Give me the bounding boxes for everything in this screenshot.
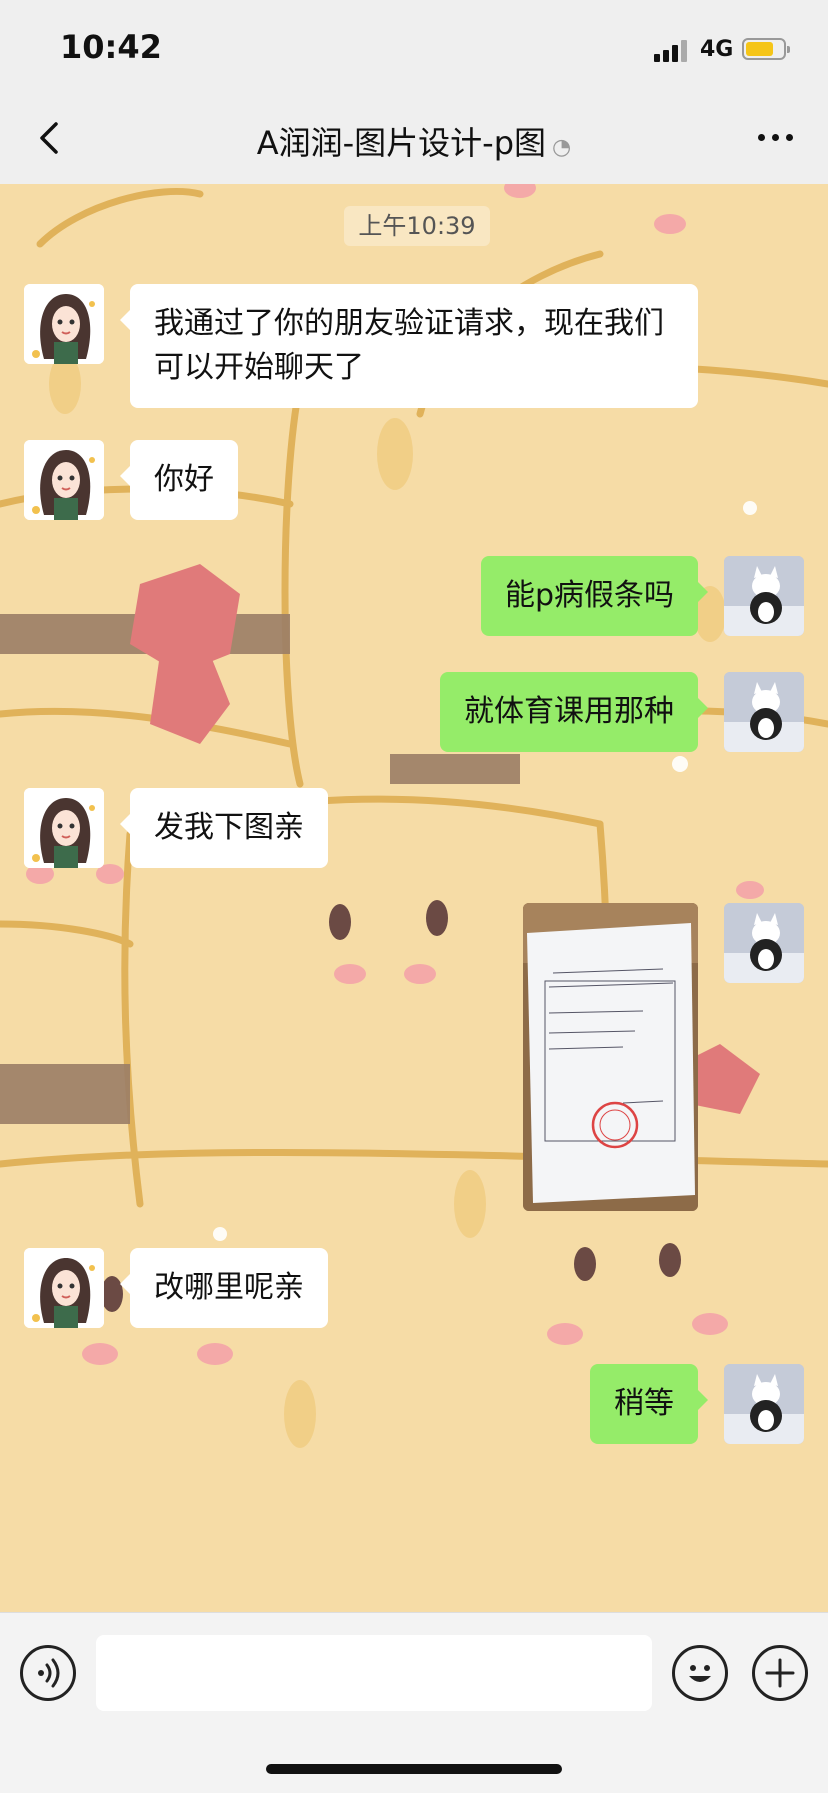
chat-title: A润润-图片设计-p图 ◔	[0, 118, 828, 164]
girl-avatar-icon	[24, 440, 104, 520]
message-text: 你好	[154, 462, 214, 497]
status-bar: 10:42 4G	[0, 0, 828, 92]
emoji-button[interactable]	[672, 1645, 728, 1701]
status-time: 10:42	[60, 28, 162, 66]
message-text: 改哪里呢亲	[154, 1270, 304, 1305]
contact-avatar[interactable]	[24, 1248, 104, 1328]
message-bubble-incoming[interactable]: 你好	[120, 440, 238, 520]
message-bubble-outgoing[interactable]: 就体育课用那种	[440, 672, 708, 752]
message-text: 就体育课用那种	[464, 694, 674, 729]
snow-cat-avatar-icon	[724, 672, 804, 752]
my-avatar[interactable]	[724, 903, 804, 983]
plus-icon	[765, 1658, 795, 1688]
message-bubble-incoming[interactable]: 发我下图亲	[120, 788, 328, 868]
ear-icon: ◔	[552, 135, 572, 160]
home-indicator[interactable]	[266, 1764, 562, 1774]
snow-cat-avatar-icon	[724, 903, 804, 983]
snow-cat-avatar-icon	[724, 1364, 804, 1444]
voice-icon	[38, 1658, 60, 1688]
my-avatar[interactable]	[724, 556, 804, 636]
snow-cat-avatar-icon	[724, 556, 804, 636]
medical-note-photo	[523, 903, 698, 1211]
my-avatar[interactable]	[724, 672, 804, 752]
message-bubble-incoming[interactable]: 我通过了你的朋友验证请求，现在我们可以开始聊天了	[120, 284, 698, 408]
network-type: 4G	[700, 37, 734, 62]
girl-avatar-icon	[24, 1248, 104, 1328]
girl-avatar-icon	[24, 284, 104, 364]
more-options-button[interactable]	[752, 122, 800, 152]
message-bubble-outgoing[interactable]: 能p病假条吗	[480, 556, 709, 636]
signal-icon	[654, 40, 688, 62]
contact-avatar[interactable]	[24, 284, 104, 364]
contact-avatar[interactable]	[24, 788, 104, 868]
message-timestamp: 上午10:39	[344, 206, 490, 246]
smiley-icon	[689, 1665, 711, 1682]
girl-avatar-icon	[24, 788, 104, 868]
message-text: 发我下图亲	[154, 810, 304, 845]
image-message[interactable]	[523, 903, 698, 1211]
more-functions-button[interactable]	[752, 1645, 808, 1701]
message-bubble-incoming[interactable]: 改哪里呢亲	[120, 1248, 328, 1328]
message-input[interactable]	[96, 1635, 652, 1711]
my-avatar[interactable]	[724, 1364, 804, 1444]
message-text: 稍等	[614, 1386, 674, 1421]
message-bubble-outgoing[interactable]: 稍等	[590, 1364, 708, 1444]
message-text: 我通过了你的朋友验证请求，现在我们可以开始聊天了	[154, 306, 664, 385]
message-text: 能p病假条吗	[504, 578, 674, 613]
voice-button[interactable]	[20, 1645, 76, 1701]
chat-header: A润润-图片设计-p图 ◔	[0, 92, 828, 184]
battery-icon	[742, 38, 790, 60]
contact-avatar[interactable]	[24, 440, 104, 520]
chat-title-text: A润润-图片设计-p图	[256, 124, 547, 162]
